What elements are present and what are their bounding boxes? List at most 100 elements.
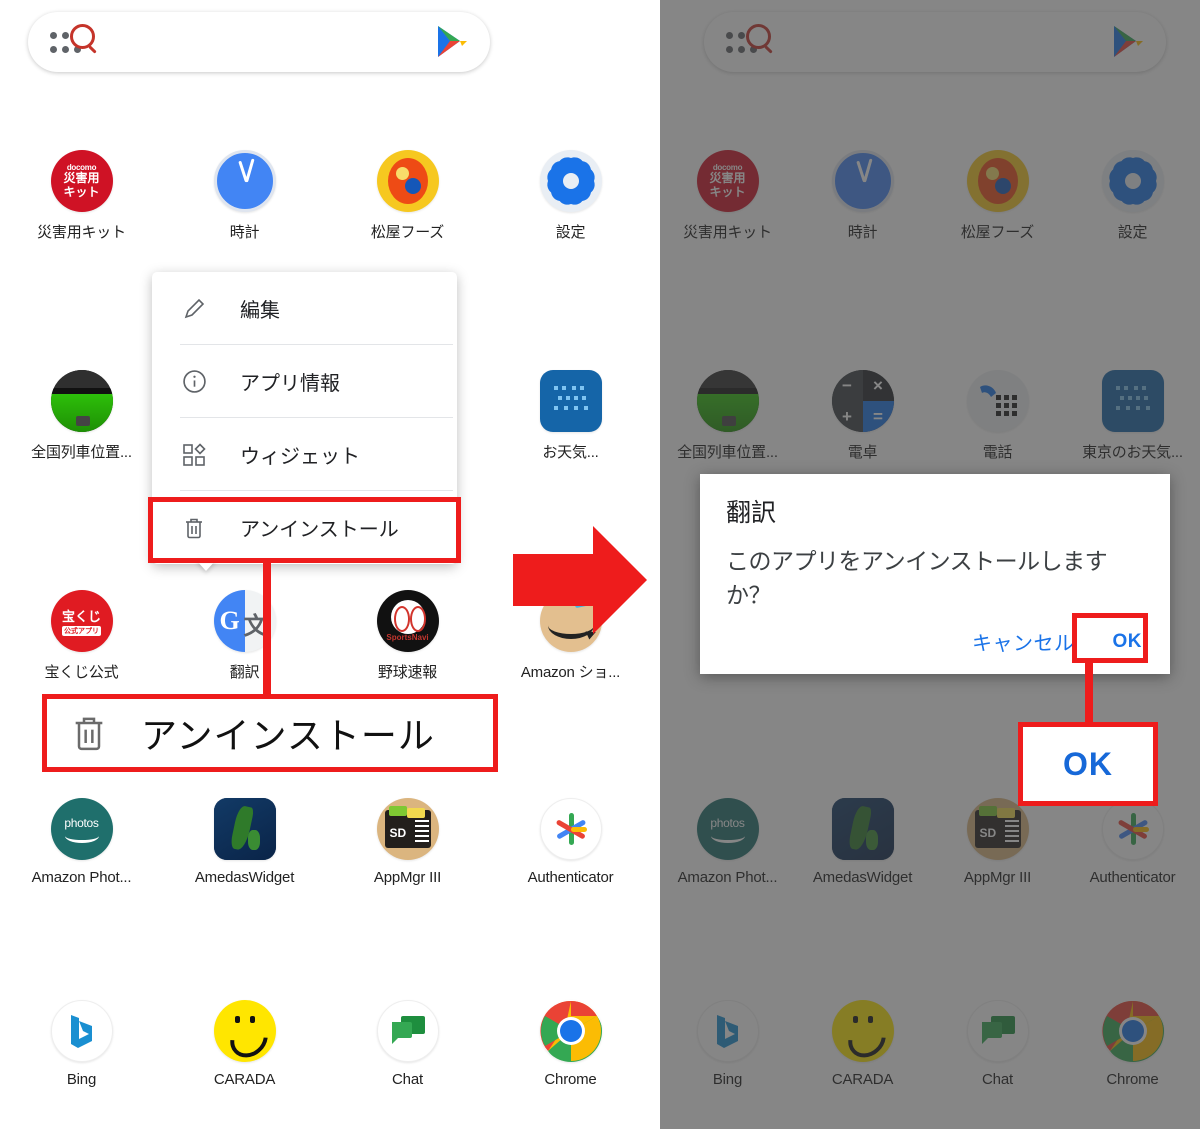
- app-label: 宝くじ公式: [44, 664, 119, 681]
- app-tokyo-weather[interactable]: 東京のお天気...: [1065, 370, 1200, 462]
- connector-line-ok: [1085, 660, 1093, 725]
- app-label: Chrome: [544, 1071, 597, 1088]
- app-train-locator[interactable]: 全国列車位置...: [0, 370, 163, 462]
- app-label: 松屋フーズ: [960, 224, 1035, 241]
- app-weather[interactable]: お天気...: [489, 370, 652, 462]
- app-label: AmedasWidget: [812, 869, 913, 886]
- app-authenticator[interactable]: Authenticator: [489, 798, 652, 886]
- app-appmgr[interactable]: SD AppMgr III: [326, 798, 489, 886]
- app-label: Chrome: [1106, 1071, 1159, 1088]
- context-menu-item-app-info[interactable]: アプリ情報: [152, 345, 457, 418]
- apps-search-icon[interactable]: [50, 24, 95, 56]
- callout-uninstall: アンインストール: [42, 694, 498, 772]
- appmgr-icon: SD: [966, 798, 1029, 860]
- app-amazon-photos[interactable]: photos Amazon Phot...: [0, 798, 163, 886]
- amazon-photos-icon: photos: [50, 798, 113, 860]
- app-label: Amazon Phot...: [677, 869, 778, 886]
- app-label: AppMgr III: [373, 869, 442, 886]
- app-google-chat[interactable]: Chat: [930, 1000, 1065, 1088]
- info-circle-icon: [180, 368, 208, 396]
- app-label: CARADA: [213, 1071, 276, 1088]
- google-search-bar[interactable]: [28, 12, 490, 72]
- app-grid-row-4: Bing CARADA Chat Chrome: [660, 1000, 1200, 1088]
- app-takarakuji[interactable]: 宝くじ 公式アプリ 宝くじ公式: [0, 590, 163, 682]
- google-play-icon[interactable]: [1110, 24, 1144, 60]
- takarakuji-icon: 宝くじ 公式アプリ: [50, 590, 113, 652]
- app-label: Bing: [712, 1071, 743, 1088]
- app-label: 設定: [1117, 224, 1148, 241]
- app-docomo-disaster-kit[interactable]: docomo 災害用 キット 災害用キット: [660, 150, 795, 242]
- app-label: Amazon ショ...: [520, 664, 621, 681]
- app-amedas-widget[interactable]: AmedasWidget: [795, 798, 930, 886]
- settings-gear-icon: [1101, 150, 1164, 212]
- app-clock[interactable]: 時計: [163, 150, 326, 242]
- app-appmgr[interactable]: SD AppMgr III: [930, 798, 1065, 886]
- google-chat-icon: [376, 1000, 439, 1062]
- app-label: Authenticator: [1089, 869, 1176, 886]
- app-authenticator[interactable]: Authenticator: [1065, 798, 1200, 886]
- pencil-edit-icon: [180, 295, 208, 323]
- callout-uninstall-label: アンインストール: [141, 715, 435, 756]
- google-search-bar-right[interactable]: [704, 12, 1166, 72]
- app-grid-row-2: 全国列車位置... − × + = 電卓 電話 東京のお天気...: [660, 370, 1200, 462]
- app-amedas-widget[interactable]: AmedasWidget: [163, 798, 326, 886]
- app-train-locator[interactable]: 全国列車位置...: [660, 370, 795, 462]
- app-grid-row-1: docomo 災害用 キット 災害用キット 時計 松屋フーズ 設定: [660, 150, 1200, 242]
- docomo-disaster-kit-icon: docomo 災害用 キット: [696, 150, 759, 212]
- chrome-icon: [539, 1000, 602, 1062]
- app-label: Bing: [66, 1071, 97, 1088]
- chrome-icon: [1101, 1000, 1164, 1062]
- app-settings[interactable]: 設定: [489, 150, 652, 242]
- app-label: CARADA: [831, 1071, 894, 1088]
- app-clock[interactable]: 時計: [795, 150, 930, 242]
- carada-icon: [213, 1000, 276, 1062]
- phone-icon: [966, 370, 1029, 432]
- app-settings[interactable]: 設定: [1065, 150, 1200, 242]
- trash-icon: [69, 711, 109, 755]
- context-menu-label: 編集: [240, 300, 280, 322]
- google-play-icon[interactable]: [434, 24, 468, 60]
- context-menu-item-edit[interactable]: 編集: [152, 272, 457, 345]
- app-label: 電話: [982, 444, 1013, 461]
- app-amazon-photos[interactable]: photos Amazon Phot...: [660, 798, 795, 886]
- app-docomo-disaster-kit[interactable]: docomo 災害用 キット 災害用キット: [0, 150, 163, 242]
- context-menu-label: ウィジェット: [240, 446, 360, 468]
- matsuya-foods-icon: [376, 150, 439, 212]
- app-label: 時計: [229, 224, 260, 241]
- app-label: Chat: [982, 1071, 1013, 1088]
- context-menu-item-widget[interactable]: ウィジェット: [152, 418, 457, 491]
- carada-icon: [831, 1000, 894, 1062]
- app-label: 東京のお天気...: [1082, 444, 1183, 461]
- highlight-ok-button: [1072, 613, 1148, 663]
- app-carada[interactable]: CARADA: [163, 1000, 326, 1088]
- app-phone[interactable]: 電話: [930, 370, 1065, 462]
- callout-ok-label: OK: [1063, 745, 1113, 782]
- app-label: 災害用キット: [37, 224, 126, 241]
- app-calculator[interactable]: − × + = 電卓: [795, 370, 930, 462]
- red-right-arrow: [511, 524, 649, 636]
- app-google-chat[interactable]: Chat: [326, 1000, 489, 1088]
- authenticator-icon: [539, 798, 602, 860]
- app-label: 松屋フーズ: [370, 224, 445, 241]
- clock-icon: [213, 150, 276, 212]
- app-carada[interactable]: CARADA: [795, 1000, 930, 1088]
- tutorial-screenshot: docomo 災害用 キット 災害用キット 時計 松屋フーズ 設定 全国列車位置…: [0, 0, 1200, 1129]
- app-grid-row-3: photos Amazon Phot... AmedasWidget SD Ap…: [660, 798, 1200, 886]
- app-chrome[interactable]: Chrome: [489, 1000, 652, 1088]
- app-label: Chat: [392, 1071, 423, 1088]
- app-label: お天気...: [542, 444, 599, 461]
- app-baseball-news[interactable]: SportsNavi 野球速報: [326, 590, 489, 682]
- appmgr-icon: SD: [376, 798, 439, 860]
- apps-search-icon[interactable]: [726, 24, 771, 56]
- amedas-widget-icon: [831, 798, 894, 860]
- app-bing[interactable]: Bing: [660, 1000, 795, 1088]
- app-label: 災害用キット: [683, 224, 772, 241]
- app-chrome[interactable]: Chrome: [1065, 1000, 1200, 1088]
- app-matsuya-foods[interactable]: 松屋フーズ: [930, 150, 1065, 242]
- cancel-button[interactable]: キャンセル: [972, 627, 1075, 656]
- app-google-translate[interactable]: G文 翻訳: [163, 590, 326, 682]
- dialog-message: このアプリをアンインストールしますか？: [726, 548, 1108, 608]
- app-matsuya-foods[interactable]: 松屋フーズ: [326, 150, 489, 242]
- dialog-title: 翻訳: [726, 499, 777, 527]
- app-bing[interactable]: Bing: [0, 1000, 163, 1088]
